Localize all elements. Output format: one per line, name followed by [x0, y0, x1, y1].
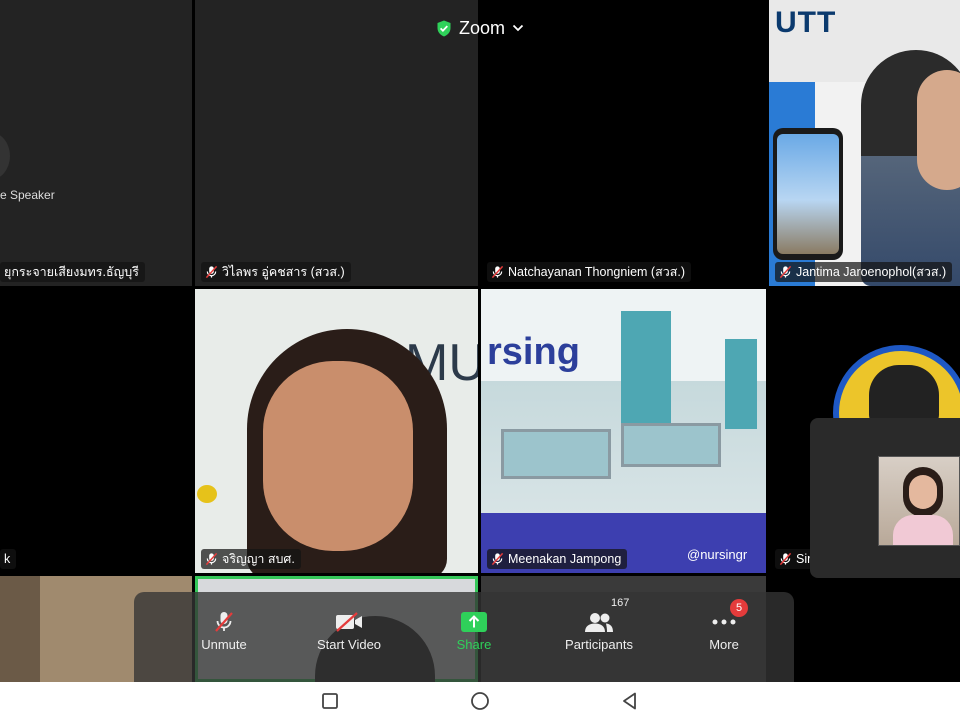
mic-muted-icon	[205, 265, 218, 279]
instagram-handle: @nursingr	[687, 547, 748, 562]
self-view-thumbnail[interactable]	[878, 456, 960, 546]
self-view-face	[909, 475, 937, 509]
home-circle-icon[interactable]	[470, 691, 490, 711]
hospital-bed	[501, 429, 611, 479]
participants-button[interactable]: 167 Participants	[549, 597, 649, 652]
banner-text: rsing	[487, 331, 580, 373]
video-tile-k[interactable]: k	[0, 289, 192, 573]
participant-face	[263, 361, 413, 551]
participant-name: ยุกระจายเสียงมทร.ธัญบุรี	[4, 265, 139, 279]
more-button[interactable]: 5 More	[674, 599, 774, 652]
mic-muted-icon	[779, 265, 792, 279]
participant-name: Natchayanan Thongniem (สวส.)	[508, 265, 685, 279]
mic-muted-icon	[205, 552, 218, 566]
meeting-info-dropdown[interactable]: Zoom	[436, 18, 524, 39]
participant-name-tag: ยุกระจายเสียงมทร.ธัญบุรี	[0, 262, 145, 282]
video-off-icon	[335, 611, 363, 633]
participant-name: k	[4, 552, 11, 566]
curtain	[621, 311, 671, 431]
mic-muted-icon	[779, 552, 792, 566]
share-label: Share	[456, 637, 492, 652]
participant-name: Jantima Jaroenophol(สวส.)	[796, 265, 947, 279]
video-tile-natchayanan[interactable]: Natchayanan Thongniem (สวส.)	[481, 0, 766, 286]
start-video-label: Start Video	[316, 637, 382, 652]
tile-caption: e Speaker	[0, 188, 55, 202]
participants-count: 167	[611, 597, 630, 609]
share-button[interactable]: Share	[424, 611, 524, 652]
avatar-face	[869, 365, 939, 425]
participants-icon	[584, 611, 614, 633]
participant-name-tag: Meenakan Jampong	[487, 549, 628, 569]
curtain	[725, 339, 757, 429]
unmute-label: Unmute	[201, 637, 247, 652]
system-navigation-bar	[0, 682, 960, 720]
participant-face	[917, 70, 960, 190]
avatar	[0, 132, 10, 180]
chevron-down-icon	[512, 24, 524, 32]
participant-name-tag: Jantima Jaroenophol(สวส.)	[775, 262, 953, 282]
video-tile-jantima[interactable]: UTT Jantima Jaroenophol(สวส.)	[769, 0, 960, 286]
participant-name: Meenakan Jampong	[508, 552, 622, 566]
share-screen-icon	[461, 611, 487, 633]
meeting-toolbar: Unmute Start Video Share 167 Participant…	[134, 592, 794, 684]
more-badge: 5	[730, 599, 748, 617]
participant-name: จริญญา สบศ.	[222, 552, 295, 566]
self-view-shirt	[893, 515, 953, 545]
video-tile-meenakan[interactable]: rsing @nursingr Meenakan Jampong	[481, 289, 766, 573]
participant-name: วิไลพร อู่คชสาร (สวส.)	[222, 265, 345, 279]
participant-name-tag: จริญญา สบศ.	[201, 549, 301, 569]
participant-name-tag: วิไลพร อู่คชสาร (สวส.)	[201, 262, 351, 282]
background-logo: UTT	[775, 6, 837, 39]
video-tile-wilaiporn[interactable]: วิไลพร อู่คชสาร (สวส.)	[195, 0, 478, 286]
mic-muted-icon	[491, 265, 504, 279]
more-label: More	[709, 637, 739, 652]
flower	[197, 485, 217, 503]
shield-check-icon	[437, 20, 451, 36]
phone-graphic	[773, 128, 843, 260]
mic-muted-icon	[214, 611, 234, 633]
meeting-title: Zoom	[458, 17, 505, 38]
recents-square-icon[interactable]	[320, 691, 340, 711]
hospital-bed	[621, 423, 721, 467]
participant-name-tag: Natchayanan Thongniem (สวส.)	[487, 262, 691, 282]
unmute-button[interactable]: Unmute	[174, 611, 274, 652]
participant-name-tag: k	[0, 549, 17, 569]
video-tile-jarinya[interactable]: MU จริญญา สบศ.	[195, 289, 478, 573]
back-triangle-icon[interactable]	[620, 691, 640, 711]
video-tile-speaker[interactable]: e Speaker ยุกระจายเสียงมทร.ธัญบุรี	[0, 0, 192, 286]
start-video-button[interactable]: Start Video	[299, 611, 399, 652]
participant-name: Sir	[796, 552, 812, 566]
participants-label: Participants	[565, 637, 633, 652]
mic-muted-icon	[491, 552, 504, 566]
video-tile-row3-4[interactable]	[769, 576, 960, 682]
